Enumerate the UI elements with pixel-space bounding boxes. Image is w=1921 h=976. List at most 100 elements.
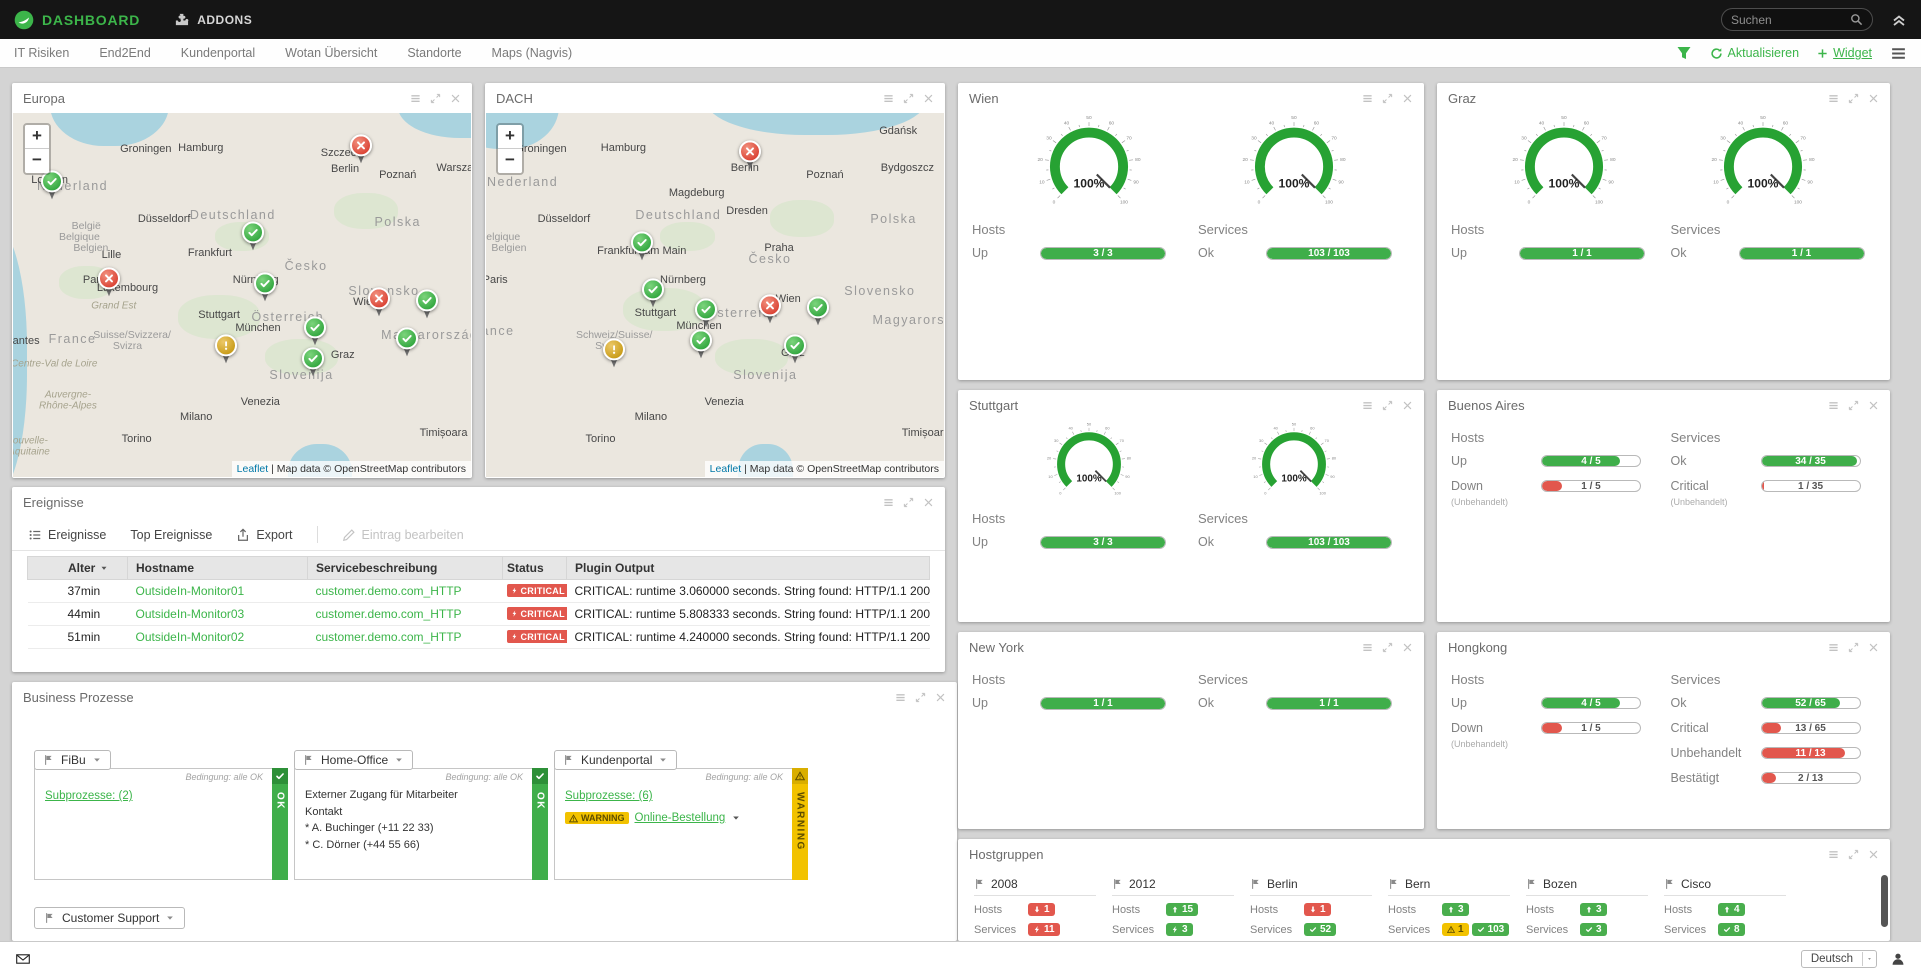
service-link[interactable]: customer.demo.com_HTTP bbox=[316, 630, 462, 644]
tab-end2end[interactable]: End2End bbox=[99, 46, 150, 60]
customer-support-button[interactable]: Customer Support bbox=[34, 907, 185, 929]
badge-up[interactable]: 4 bbox=[1718, 903, 1745, 916]
badge-check[interactable]: 103 bbox=[1472, 923, 1510, 936]
panel-close-icon[interactable] bbox=[1402, 642, 1413, 653]
panel-menu-icon[interactable] bbox=[1362, 400, 1373, 411]
panel-close-icon[interactable] bbox=[1868, 93, 1879, 104]
map-marker-ok[interactable] bbox=[694, 298, 718, 329]
search-icon[interactable] bbox=[1850, 13, 1863, 26]
panel-expand-icon[interactable] bbox=[1848, 849, 1859, 860]
badge-flash[interactable]: 11 bbox=[1028, 923, 1060, 936]
panel-scrollbar[interactable] bbox=[1881, 875, 1888, 927]
map-marker-warn[interactable] bbox=[214, 335, 238, 366]
zoom-out-button[interactable]: − bbox=[25, 149, 49, 173]
badge-up[interactable]: 3 bbox=[1442, 903, 1469, 916]
panel-expand-icon[interactable] bbox=[1848, 400, 1859, 411]
panel-expand-icon[interactable] bbox=[1848, 642, 1859, 653]
col-header-hostname[interactable]: Hostname bbox=[128, 557, 308, 580]
zoom-in-button[interactable]: + bbox=[498, 125, 522, 149]
panel-close-icon[interactable] bbox=[1868, 642, 1879, 653]
panel-expand-icon[interactable] bbox=[1848, 93, 1859, 104]
business-card-menu[interactable]: FiBu bbox=[34, 750, 111, 770]
map-marker-ok[interactable] bbox=[241, 222, 265, 253]
leaflet-link[interactable]: Leaflet bbox=[237, 463, 269, 475]
hostname-link[interactable]: OutsideIn-Monitor03 bbox=[136, 607, 245, 621]
tab-wotan-ubersicht[interactable]: Wotan Übersicht bbox=[285, 46, 377, 60]
badge-check[interactable]: 52 bbox=[1304, 923, 1336, 936]
subprocess-link[interactable]: Subprozesse: (2) bbox=[45, 790, 133, 802]
hostgroup-header[interactable]: Bern bbox=[1388, 877, 1510, 896]
user-icon[interactable] bbox=[1891, 952, 1905, 966]
hostgroup-header[interactable]: Berlin bbox=[1250, 877, 1372, 896]
badge-down[interactable]: 1 bbox=[1304, 903, 1331, 916]
zoom-out-button[interactable]: − bbox=[498, 149, 522, 173]
panel-menu-icon[interactable] bbox=[883, 93, 894, 104]
panel-menu-icon[interactable] bbox=[1828, 849, 1839, 860]
hostname-link[interactable]: OutsideIn-Monitor02 bbox=[136, 630, 245, 644]
map-europa[interactable]: NederlandGroningenHamburgSzczecinPoznańW… bbox=[13, 113, 471, 477]
map-marker-crit[interactable] bbox=[758, 295, 782, 326]
panel-expand-icon[interactable] bbox=[903, 93, 914, 104]
panel-close-icon[interactable] bbox=[923, 497, 934, 508]
hostgroup-header[interactable]: Cisco bbox=[1664, 877, 1786, 896]
map-marker-warn[interactable] bbox=[602, 338, 626, 369]
hostgroup-header[interactable]: 2008 bbox=[974, 877, 1096, 896]
col-header-plugin-output[interactable]: Plugin Output bbox=[567, 557, 930, 580]
collapse-header-icon[interactable] bbox=[1891, 12, 1907, 28]
hostgroup-header[interactable]: Bozen bbox=[1526, 877, 1648, 896]
filter-icon[interactable] bbox=[1676, 45, 1692, 61]
service-link[interactable]: customer.demo.com_HTTP bbox=[316, 584, 462, 598]
tab-kundenportal[interactable]: Kundenportal bbox=[181, 46, 255, 60]
col-header-status[interactable]: Status bbox=[503, 557, 567, 580]
panel-menu-icon[interactable] bbox=[1362, 93, 1373, 104]
table-row[interactable]: 37minOutsideIn-Monitor01customer.demo.co… bbox=[28, 580, 930, 603]
panel-menu-icon[interactable] bbox=[410, 93, 421, 104]
panel-expand-icon[interactable] bbox=[915, 692, 926, 703]
events-toolbar-top-ereignisse[interactable]: Top Ereignisse bbox=[130, 528, 212, 542]
tab-it-risiken[interactable]: IT Risiken bbox=[14, 46, 69, 60]
language-select[interactable]: Deutsch bbox=[1801, 950, 1877, 968]
events-toolbar-export[interactable]: Export bbox=[236, 528, 292, 542]
panel-menu-icon[interactable] bbox=[1828, 400, 1839, 411]
map-marker-ok[interactable] bbox=[253, 273, 277, 304]
menu-icon[interactable] bbox=[1890, 45, 1907, 62]
map-marker-crit[interactable] bbox=[349, 134, 373, 165]
panel-close-icon[interactable] bbox=[923, 93, 934, 104]
badge-down[interactable]: 1 bbox=[1028, 903, 1055, 916]
map-marker-crit[interactable] bbox=[738, 140, 762, 171]
panel-expand-icon[interactable] bbox=[1382, 642, 1393, 653]
panel-close-icon[interactable] bbox=[1868, 849, 1879, 860]
map-marker-ok[interactable] bbox=[415, 289, 439, 320]
panel-menu-icon[interactable] bbox=[1828, 642, 1839, 653]
badge-up[interactable]: 3 bbox=[1580, 903, 1607, 916]
warning-item-link[interactable]: Online-Bestellung bbox=[635, 812, 726, 824]
hostgroup-header[interactable]: 2012 bbox=[1112, 877, 1234, 896]
search-input[interactable] bbox=[1731, 13, 1850, 27]
addons-button[interactable]: ADDONS bbox=[174, 12, 252, 27]
map-marker-ok[interactable] bbox=[303, 316, 327, 347]
zoom-in-button[interactable]: + bbox=[25, 125, 49, 149]
map-marker-crit[interactable] bbox=[97, 267, 121, 298]
panel-menu-icon[interactable] bbox=[883, 497, 894, 508]
panel-close-icon[interactable] bbox=[1868, 400, 1879, 411]
panel-expand-icon[interactable] bbox=[903, 497, 914, 508]
map-marker-crit[interactable] bbox=[367, 287, 391, 318]
map-marker-ok[interactable] bbox=[783, 335, 807, 366]
events-toolbar-eintrag-bearbeiten[interactable]: Eintrag bearbeiten bbox=[342, 528, 464, 542]
badge-up[interactable]: 15 bbox=[1166, 903, 1198, 916]
badge-check[interactable]: 8 bbox=[1718, 923, 1745, 936]
panel-close-icon[interactable] bbox=[450, 93, 461, 104]
hostname-link[interactable]: OutsideIn-Monitor01 bbox=[136, 584, 245, 598]
panel-close-icon[interactable] bbox=[1402, 400, 1413, 411]
panel-close-icon[interactable] bbox=[935, 692, 946, 703]
tab-standorte[interactable]: Standorte bbox=[407, 46, 461, 60]
business-card-menu[interactable]: Kundenportal bbox=[554, 750, 677, 770]
add-widget-button[interactable]: Widget bbox=[1817, 46, 1872, 60]
map-marker-ok[interactable] bbox=[395, 327, 419, 358]
map-marker-ok[interactable] bbox=[806, 297, 830, 328]
panel-menu-icon[interactable] bbox=[1828, 93, 1839, 104]
panel-expand-icon[interactable] bbox=[1382, 93, 1393, 104]
map-marker-ok[interactable] bbox=[40, 171, 64, 202]
messages-icon[interactable] bbox=[16, 952, 30, 966]
panel-menu-icon[interactable] bbox=[895, 692, 906, 703]
